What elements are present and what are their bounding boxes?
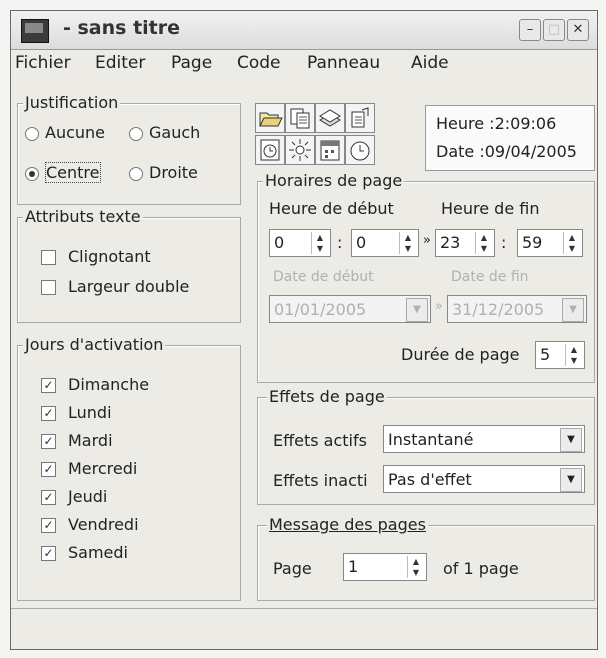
- menu-code[interactable]: Code: [237, 53, 281, 73]
- menu-editer[interactable]: Editer: [95, 53, 145, 73]
- time-separator: :: [337, 233, 343, 252]
- checkbox-checked[interactable]: ✓: [41, 546, 56, 561]
- radio-button-selected[interactable]: [25, 166, 39, 181]
- dropdown-arrow-icon[interactable]: ▼: [406, 298, 428, 322]
- date-fin-label: Date de fin: [451, 269, 529, 285]
- date-text: Date :09/04/2005: [436, 142, 577, 161]
- spinner-arrows-icon[interactable]: ▲ ▼: [407, 556, 424, 578]
- spinner-arrows-icon[interactable]: ▲ ▼: [563, 232, 580, 254]
- page-count-text: of 1 page: [443, 559, 519, 578]
- checkbox[interactable]: [41, 280, 56, 295]
- attributs-group: [17, 217, 241, 323]
- date-debut-picker[interactable]: 01/01/2005 ▼: [269, 295, 431, 323]
- attributs-legend: Attributs texte: [23, 207, 143, 226]
- export-pages-icon[interactable]: [345, 103, 375, 133]
- check-dimanche[interactable]: ✓ Dimanche: [41, 375, 149, 394]
- check-samedi[interactable]: ✓ Samedi: [41, 543, 128, 562]
- duree-spinner[interactable]: 5 ▲ ▼: [535, 341, 585, 369]
- jours-legend: Jours d'activation: [23, 335, 166, 354]
- justification-group: [17, 103, 241, 205]
- effets-inactifs-label: Effets inacti: [273, 471, 368, 490]
- minute-debut-spinner[interactable]: 0 ▲ ▼: [351, 229, 419, 257]
- maximize-button[interactable]: □: [543, 19, 565, 41]
- radio-aucune[interactable]: Aucune: [25, 123, 105, 142]
- checkbox-checked[interactable]: ✓: [41, 462, 56, 477]
- menu-panneau[interactable]: Panneau: [307, 53, 380, 73]
- message-legend: Message des pages: [267, 515, 428, 534]
- calendar-icon[interactable]: [315, 135, 345, 165]
- effets-legend: Effets de page: [267, 387, 387, 406]
- check-lundi[interactable]: ✓ Lundi: [41, 403, 112, 422]
- dropdown-arrow-icon[interactable]: ▼: [560, 468, 582, 492]
- minimize-button[interactable]: –: [519, 19, 541, 41]
- window-title: - sans titre: [63, 17, 181, 39]
- date-fin-picker[interactable]: 31/12/2005 ▼: [447, 295, 587, 323]
- check-vendredi[interactable]: ✓ Vendredi: [41, 515, 139, 534]
- range-arrow: »: [423, 233, 431, 248]
- minute-fin-spinner[interactable]: 59 ▲ ▼: [517, 229, 583, 257]
- spinner-arrows-icon[interactable]: ▲ ▼: [311, 232, 328, 254]
- checkbox-checked[interactable]: ✓: [41, 406, 56, 421]
- radio-button[interactable]: [129, 166, 143, 181]
- check-mercredi[interactable]: ✓ Mercredi: [41, 459, 137, 478]
- range-arrow-disabled: »: [435, 299, 443, 314]
- checkbox-checked[interactable]: ✓: [41, 378, 56, 393]
- heure-debut-label: Heure de début: [269, 199, 394, 218]
- checkbox-checked[interactable]: ✓: [41, 490, 56, 505]
- check-clignotant[interactable]: Clignotant: [41, 247, 151, 266]
- title-bar[interactable]: - sans titre – □ ✕: [11, 11, 597, 50]
- date-debut-label: Date de début: [273, 269, 374, 285]
- checkbox-checked[interactable]: ✓: [41, 434, 56, 449]
- menu-page[interactable]: Page: [171, 53, 212, 73]
- menu-aide[interactable]: Aide: [411, 53, 449, 73]
- check-jeudi[interactable]: ✓ Jeudi: [41, 487, 107, 506]
- radio-droite[interactable]: Droite: [129, 163, 198, 182]
- clock-info-panel: Heure :2:09:06 Date :09/04/2005: [425, 105, 595, 171]
- time-separator: :: [501, 233, 507, 252]
- effets-actifs-label: Effets actifs: [273, 431, 367, 450]
- radio-centre[interactable]: Centre: [25, 162, 101, 183]
- menu-fichier[interactable]: Fichier: [15, 53, 71, 73]
- menu-bar: Fichier Editer Page Code Panneau Aide: [11, 49, 597, 79]
- heure-text: Heure :2:09:06: [436, 114, 557, 133]
- status-bar: [11, 608, 597, 649]
- alarm-clock-icon[interactable]: [345, 135, 375, 165]
- checkbox[interactable]: [41, 250, 56, 265]
- spinner-arrows-icon[interactable]: ▲ ▼: [475, 232, 492, 254]
- duree-label: Durée de page: [401, 345, 520, 364]
- effets-inactifs-select[interactable]: Pas d'effet ▼: [383, 465, 585, 493]
- effets-actifs-select[interactable]: Instantané ▼: [383, 425, 585, 453]
- stack-icon[interactable]: [315, 103, 345, 133]
- clock-page-icon[interactable]: [255, 135, 285, 165]
- radio-gauche[interactable]: Gauch: [129, 123, 200, 142]
- justification-legend: Justification: [23, 93, 121, 112]
- sun-icon[interactable]: [285, 135, 315, 165]
- check-mardi[interactable]: ✓ Mardi: [41, 431, 113, 450]
- check-largeur-double[interactable]: Largeur double: [41, 277, 189, 296]
- checkbox-checked[interactable]: ✓: [41, 518, 56, 533]
- spinner-arrows-icon[interactable]: ▲ ▼: [565, 344, 582, 366]
- heure-fin-label: Heure de fin: [441, 199, 540, 218]
- horaires-legend: Horaires de page: [263, 171, 405, 190]
- spinner-arrows-icon[interactable]: ▲ ▼: [399, 232, 416, 254]
- close-button[interactable]: ✕: [567, 19, 589, 41]
- heure-fin-spinner[interactable]: 23 ▲ ▼: [435, 229, 495, 257]
- radio-button[interactable]: [25, 126, 39, 141]
- dropdown-arrow-icon[interactable]: ▼: [560, 428, 582, 452]
- page-spinner[interactable]: 1 ▲ ▼: [343, 553, 427, 581]
- heure-debut-spinner[interactable]: 0 ▲ ▼: [269, 229, 331, 257]
- dropdown-arrow-icon[interactable]: ▼: [562, 298, 584, 322]
- open-folder-icon[interactable]: [255, 103, 285, 133]
- copy-pages-icon[interactable]: [285, 103, 315, 133]
- app-icon[interactable]: [21, 19, 49, 43]
- main-window: - sans titre – □ ✕ Fichier Editer Page C…: [10, 10, 598, 650]
- page-label: Page: [273, 559, 312, 578]
- radio-button[interactable]: [129, 126, 143, 141]
